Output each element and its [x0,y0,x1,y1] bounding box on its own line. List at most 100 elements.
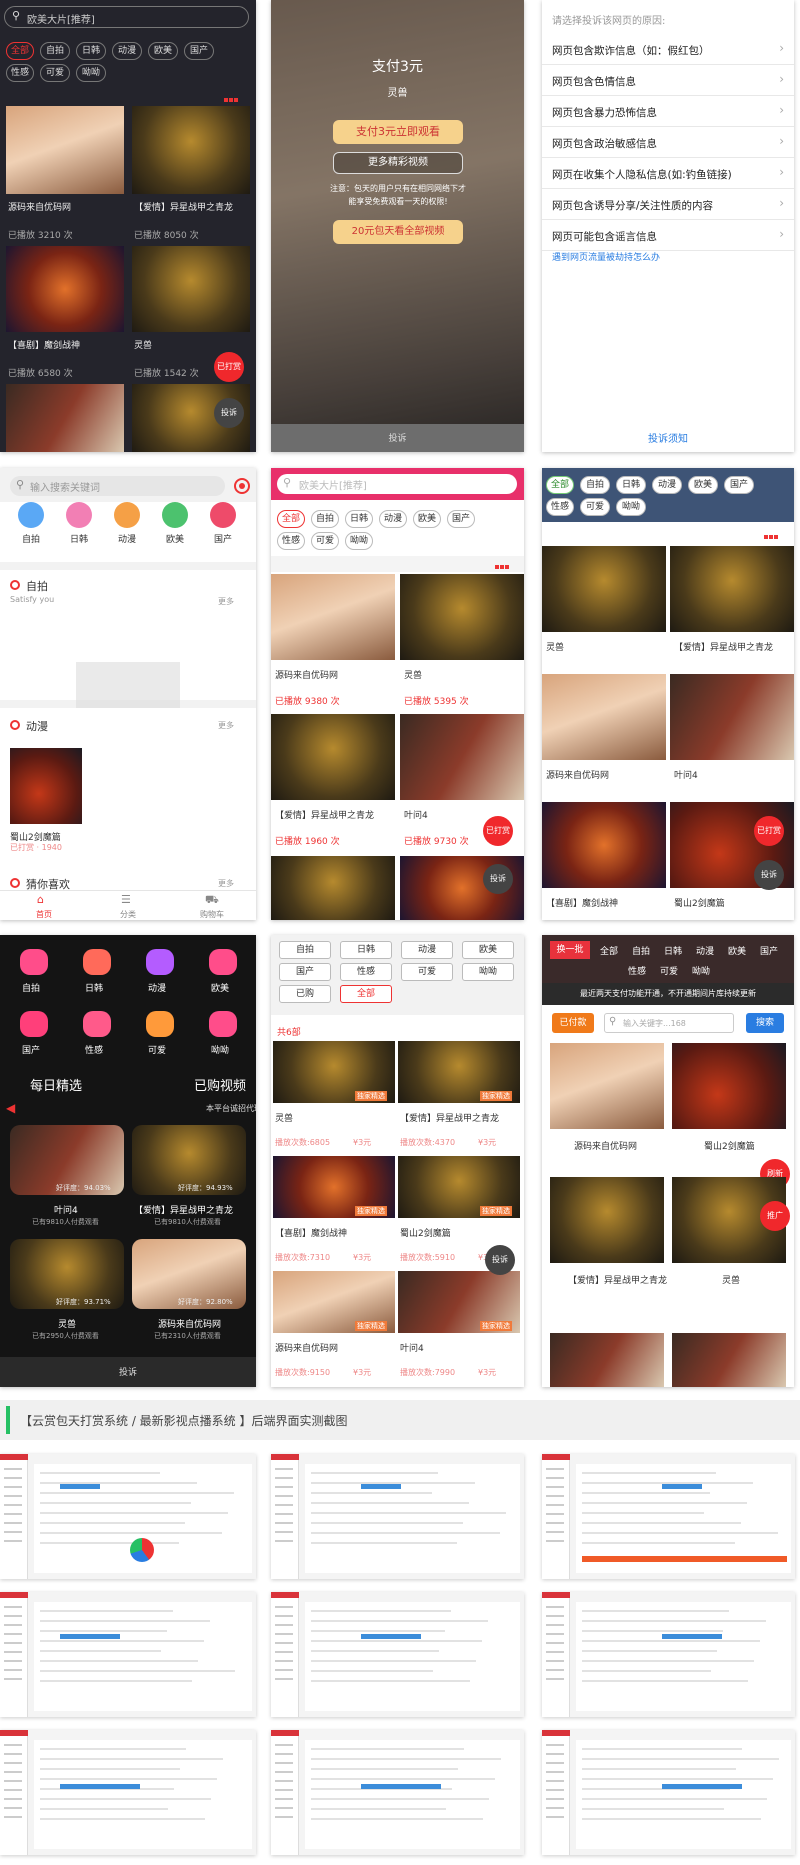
video-thumb[interactable] [132,106,250,194]
tag-cute[interactable]: 可爱 [311,532,339,550]
video-thumb[interactable] [542,546,666,632]
video-thumb[interactable] [6,246,124,332]
tag-west[interactable]: 欧美 [413,510,441,528]
search-input[interactable]: ⚲ 输入关键字...168 [604,1013,734,1033]
report-reason-item[interactable]: 网页可能包含谣言信息 › [542,220,794,251]
nav-cart[interactable]: 购物车 [200,909,224,920]
report-notice-link[interactable]: 投诉须知 [542,430,794,445]
filter-tag[interactable]: 全部 [340,985,392,1003]
video-thumb[interactable] [670,546,794,632]
search-bar[interactable]: ⚲ 欧美大片[推荐] [277,474,517,494]
west-icon[interactable] [162,502,188,528]
video-thumb[interactable] [10,748,82,824]
tip-button[interactable]: 已打赏 [214,352,244,382]
tag-selfie[interactable]: 自拍 [311,510,339,528]
home-icon[interactable]: ⌂ [37,893,44,906]
category-tab[interactable]: 自拍 [632,944,650,957]
report-reason-item[interactable]: 网页包含诱导分享/关注性质的内容 › [542,189,794,220]
tag-yoyo[interactable]: 呦呦 [76,64,106,82]
category-tab[interactable]: 呦呦 [692,964,710,977]
tag-cute[interactable]: 可爱 [40,64,70,82]
report-reason-item[interactable]: 网页包含欺诈信息（如：假红包） › [542,34,794,65]
filter-tag[interactable]: 可爱 [401,963,453,981]
category-tab[interactable]: 国产 [760,944,778,957]
grid-toggle-icon[interactable] [764,530,786,552]
filter-tag[interactable]: 国产 [279,963,331,981]
filter-tag[interactable]: 呦呦 [462,963,514,981]
video-thumb[interactable] [550,1333,664,1387]
record-icon[interactable] [234,478,250,494]
filter-tag[interactable]: 动漫 [401,941,453,959]
domestic-icon[interactable] [20,1011,48,1037]
report-reason-item[interactable]: 网页在收集个人隐私信息(如:钓鱼链接) › [542,158,794,189]
grid-toggle-icon[interactable] [224,93,246,115]
tag-domestic[interactable]: 国产 [184,42,214,60]
jpkr-icon[interactable] [83,949,111,975]
tag-domestic[interactable]: 国产 [724,476,754,494]
video-thumb[interactable] [550,1177,664,1263]
anime-icon[interactable] [146,949,174,975]
tag-selfie[interactable]: 自拍 [40,42,70,60]
video-thumb[interactable] [542,802,666,888]
nav-home[interactable]: 首页 [36,909,52,920]
filter-tag[interactable]: 已购 [279,985,331,1003]
more-link[interactable]: 更多 [218,878,234,889]
west-icon[interactable] [209,949,237,975]
tag-all[interactable]: 全部 [277,510,305,528]
cart-icon[interactable]: ⛟ [205,893,219,908]
report-button[interactable]: 投诉 [754,860,784,890]
cute-icon[interactable] [146,1011,174,1037]
tag-sexy[interactable]: 性感 [277,532,305,550]
category-tab[interactable]: 可爱 [660,964,678,977]
more-videos-button[interactable]: 更多精彩视频 [333,152,463,174]
pay-button[interactable]: 支付3元立即观看 [333,120,463,144]
paid-button[interactable]: 已付款 [552,1013,594,1033]
video-thumb[interactable] [542,674,666,760]
search-bar[interactable]: ⚲ 输入搜索关键词 [10,476,225,496]
tag-selfie[interactable]: 自拍 [580,476,610,494]
category-tab[interactable]: 全部 [600,944,618,957]
video-thumb[interactable] [670,674,794,760]
video-thumb[interactable] [6,106,124,194]
report-button[interactable]: 投诉 [483,864,513,894]
search-bar[interactable]: ⚲ 欧美大片[推荐] [4,6,249,28]
search-button[interactable]: 搜索 [746,1013,784,1033]
category-icon[interactable]: ☰ [121,893,131,906]
report-reason-item[interactable]: 网页包含政治敏感信息 › [542,127,794,158]
tag-anime[interactable]: 动漫 [112,42,142,60]
filter-tag[interactable]: 日韩 [340,941,392,959]
tag-sexy[interactable]: 性感 [6,64,34,82]
tag-jpkr[interactable]: 日韩 [345,510,373,528]
tag-jpkr[interactable]: 日韩 [76,42,106,60]
tip-button[interactable]: 已打赏 [483,816,513,846]
vip-button[interactable]: 20元包天看全部视频 [333,220,463,244]
yoyo-icon[interactable] [209,1011,237,1037]
grid-toggle-icon[interactable] [495,560,517,582]
video-thumb[interactable] [400,714,524,800]
tag-west[interactable]: 欧美 [688,476,718,494]
tag-yoyo[interactable]: 呦呦 [345,532,373,550]
tip-button[interactable]: 已打赏 [754,816,784,846]
video-thumb[interactable] [132,246,250,332]
video-thumb[interactable] [400,574,524,660]
video-thumb[interactable] [550,1043,664,1129]
report-link[interactable]: 投诉 [271,431,524,444]
category-tab[interactable]: 日韩 [664,944,682,957]
video-thumb[interactable] [672,1043,786,1129]
report-link[interactable]: 投诉 [0,1365,256,1378]
filter-tag[interactable]: 自拍 [279,941,331,959]
shuffle-tab[interactable]: 换一批 [550,941,590,959]
category-tab[interactable]: 欧美 [728,944,746,957]
category-tab[interactable]: 动漫 [696,944,714,957]
video-thumb[interactable] [672,1333,786,1387]
video-thumb[interactable] [271,714,395,800]
tag-all[interactable]: 全部 [6,42,34,60]
selfie-icon[interactable] [20,949,48,975]
sexy-icon[interactable] [83,1011,111,1037]
tag-anime[interactable]: 动漫 [379,510,407,528]
bought-videos-title[interactable]: 已购视频 [194,1075,246,1094]
report-button[interactable]: 投诉 [214,398,244,428]
report-reason-item[interactable]: 网页包含暴力恐怖信息 › [542,96,794,127]
category-tab[interactable]: 性感 [628,964,646,977]
tag-yoyo[interactable]: 呦呦 [616,498,646,516]
